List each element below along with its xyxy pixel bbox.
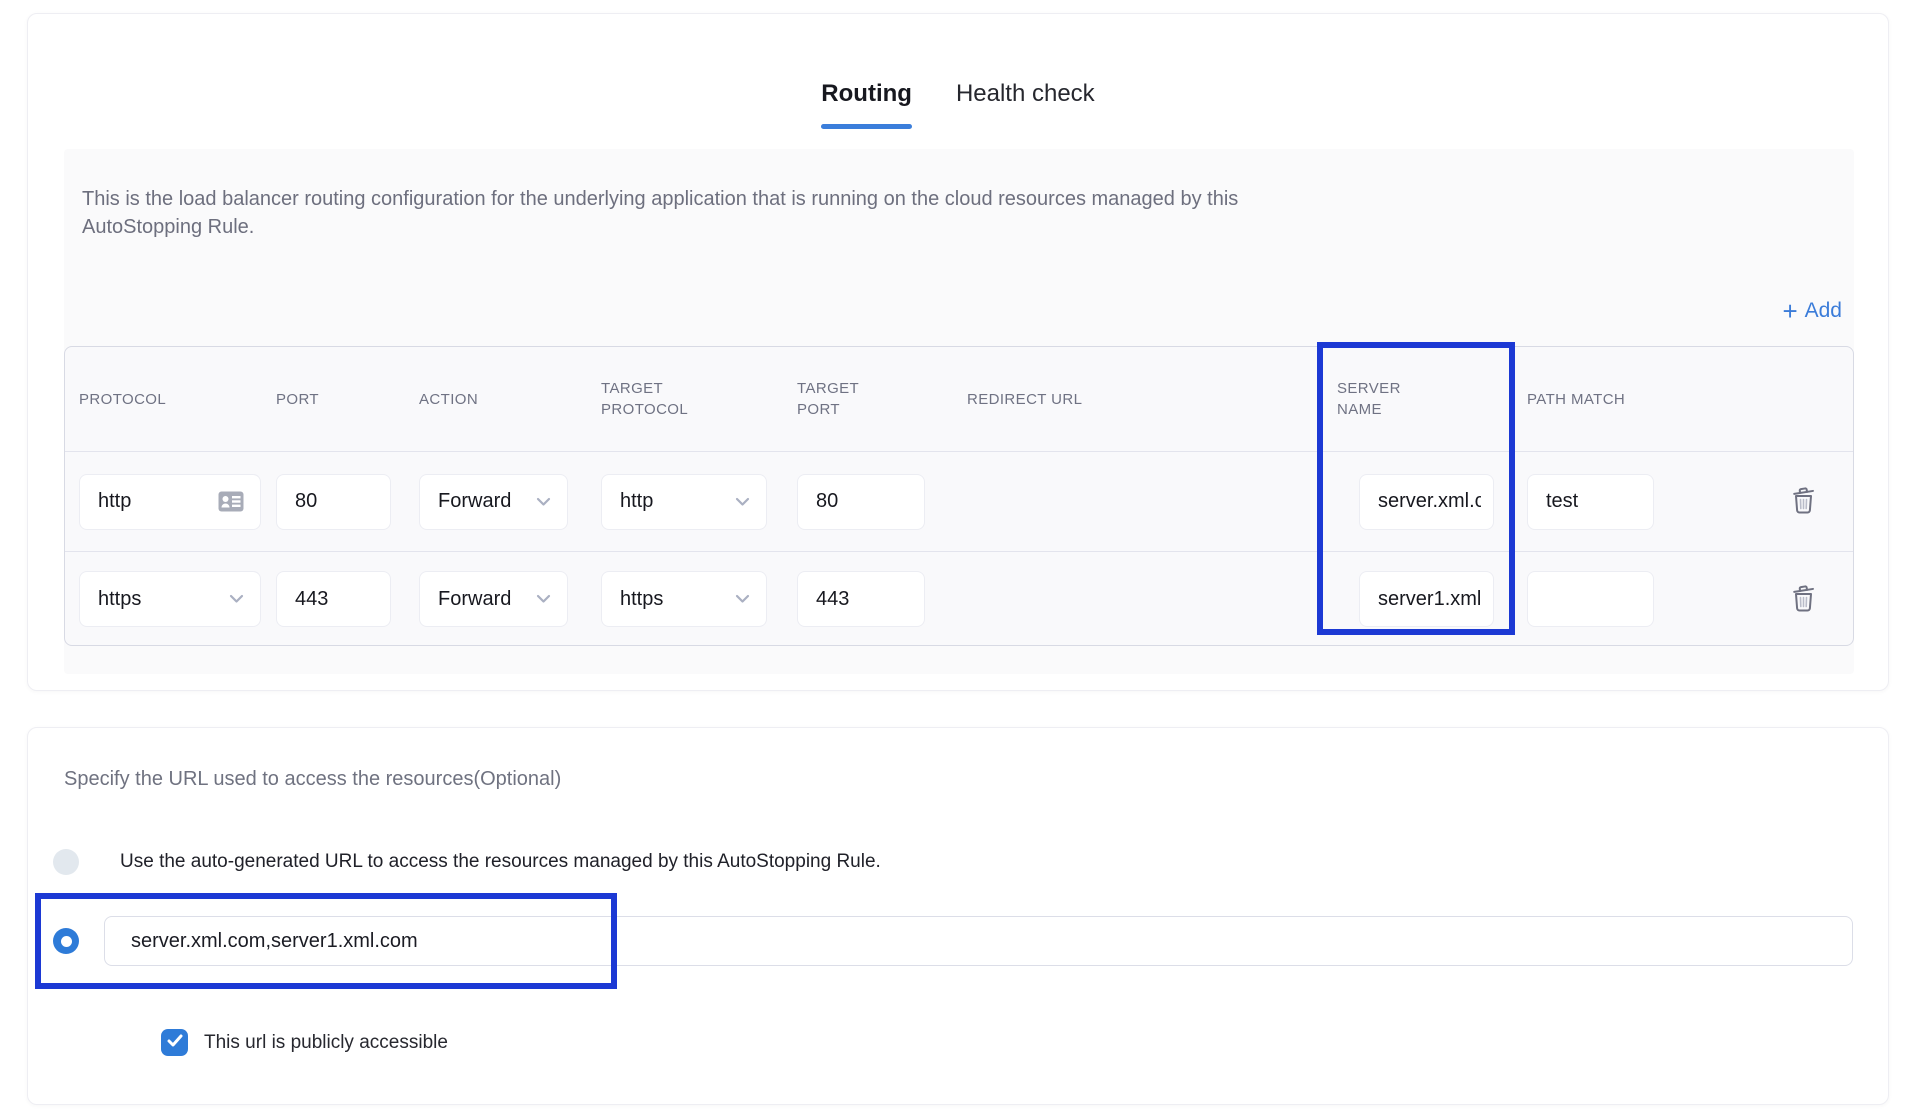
redirect-url-cell-row2 — [953, 552, 1323, 646]
server-name-field-row1[interactable] — [1359, 474, 1494, 530]
routing-config-card: Routing Health check This is the load ba… — [27, 13, 1889, 691]
autostopping-routing-page: Routing Health check This is the load ba… — [0, 0, 1924, 1120]
chevron-down-icon — [536, 594, 551, 604]
add-route-label: Add — [1805, 299, 1842, 323]
checkmark-icon — [167, 1034, 183, 1052]
public-url-checkbox-label: This url is publicly accessible — [204, 1032, 448, 1054]
routing-table: PROTOCOL PORT ACTION TARGET PROTOCOL TAR… — [64, 346, 1854, 646]
url-section-heading: Specify the URL used to access the resou… — [64, 768, 561, 791]
path-match-field-row1[interactable] — [1527, 474, 1654, 530]
tab-routing-label: Routing — [821, 80, 912, 107]
plus-icon: + — [1782, 300, 1797, 322]
chevron-down-icon — [735, 594, 750, 604]
col-header-port: PORT — [262, 347, 405, 451]
config-tabs: Routing Health check — [28, 80, 1888, 129]
action-select-row2[interactable]: Forward — [419, 571, 568, 627]
col-header-action: ACTION — [405, 347, 587, 451]
delete-row-button[interactable] — [1790, 583, 1817, 616]
col-header-target-port: TARGET PORT — [783, 347, 953, 451]
routing-description: This is the load balancer routing config… — [82, 185, 1742, 241]
col-header-protocol: PROTOCOL — [65, 347, 262, 451]
tab-health-check-label: Health check — [956, 80, 1095, 107]
routing-panel: This is the load balancer routing config… — [64, 149, 1854, 674]
custom-url-input[interactable] — [104, 916, 1853, 966]
target-port-field-row2[interactable] — [797, 571, 925, 627]
protocol-select-row2[interactable]: https — [79, 571, 261, 627]
chevron-down-icon — [229, 594, 244, 604]
protocol-field-row1[interactable]: http — [79, 474, 261, 530]
target-protocol-select-row1[interactable]: http — [601, 474, 767, 530]
table-row: http Forward — [65, 452, 1853, 552]
tab-routing[interactable]: Routing — [821, 80, 912, 129]
trash-icon — [1790, 583, 1817, 616]
active-tab-indicator — [821, 124, 912, 129]
col-header-server-name: SERVER NAME — [1323, 347, 1513, 451]
public-url-option: This url is publicly accessible — [161, 1029, 448, 1056]
custom-url-option — [53, 916, 1880, 966]
id-card-icon — [218, 491, 244, 512]
tab-health-check[interactable]: Health check — [956, 80, 1095, 108]
auto-url-radio[interactable] — [53, 849, 79, 875]
col-header-redirect-url: REDIRECT URL — [953, 347, 1323, 451]
auto-url-option: Use the auto-generated URL to access the… — [53, 849, 881, 875]
add-route-button[interactable]: + Add — [1782, 299, 1842, 323]
chevron-down-icon — [735, 497, 750, 507]
action-select-row1[interactable]: Forward — [419, 474, 568, 530]
routing-table-header: PROTOCOL PORT ACTION TARGET PROTOCOL TAR… — [65, 347, 1853, 452]
custom-url-radio[interactable] — [53, 928, 79, 954]
url-access-card: Specify the URL used to access the resou… — [27, 727, 1889, 1105]
port-field-row1[interactable] — [276, 474, 391, 530]
target-port-field-row1[interactable] — [797, 474, 925, 530]
col-header-target-protocol: TARGET PROTOCOL — [587, 347, 783, 451]
redirect-url-cell-row1 — [953, 452, 1323, 551]
col-header-actions — [1688, 347, 1845, 451]
chevron-down-icon — [536, 497, 551, 507]
target-protocol-select-row2[interactable]: https — [601, 571, 767, 627]
path-match-field-row2[interactable] — [1527, 571, 1654, 627]
trash-icon — [1790, 485, 1817, 518]
port-field-row2[interactable] — [276, 571, 391, 627]
table-row: https Forward — [65, 552, 1853, 646]
public-url-checkbox[interactable] — [161, 1029, 188, 1056]
delete-row-button[interactable] — [1790, 485, 1817, 518]
auto-url-option-label: Use the auto-generated URL to access the… — [120, 851, 881, 873]
server-name-field-row2[interactable] — [1359, 571, 1494, 627]
col-header-path-match: PATH MATCH — [1513, 347, 1688, 451]
